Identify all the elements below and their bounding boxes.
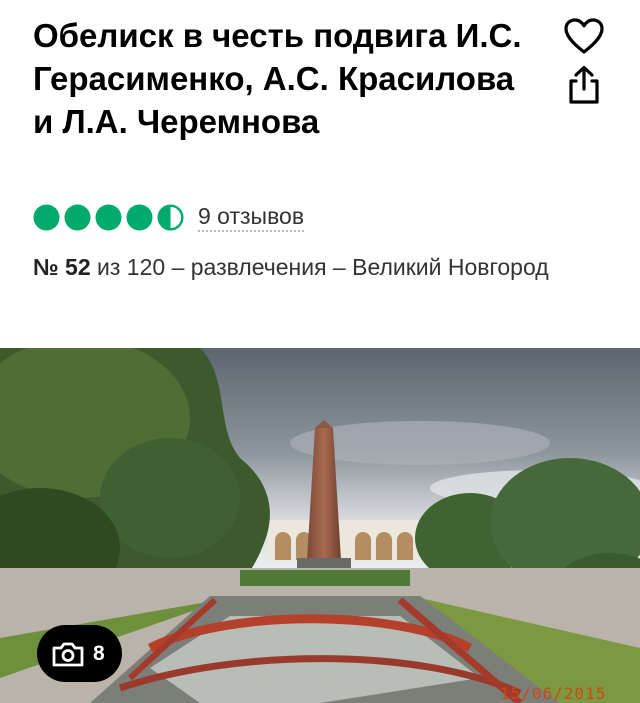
rating-bubble-full-icon (126, 204, 153, 230)
rating-row: 9 отзывов (33, 202, 305, 232)
save-favorite-button[interactable] (562, 16, 606, 56)
ranking-info[interactable]: № 52 из 120 – развлечения – Великий Новг… (33, 250, 593, 284)
camera-icon (52, 642, 84, 666)
photo-date-stamp: 15/06/2015 (500, 684, 607, 703)
photo-count-label: 8 (93, 641, 105, 665)
share-button[interactable] (564, 64, 604, 106)
rating-bubble-half-icon (157, 203, 184, 231)
ranking-text: из 120 – развлечения – Великий Новгород (90, 254, 549, 280)
rating-bubbles (33, 203, 184, 231)
heart-outline-icon (564, 18, 604, 54)
ranking-number: № 52 (33, 254, 91, 280)
reviews-count-link[interactable]: 9 отзывов (198, 203, 305, 232)
rating-bubble-full-icon (33, 204, 60, 230)
attraction-title: Обелиск в честь подвига И.С. Герасименко… (33, 17, 522, 140)
rating-bubble-full-icon (95, 204, 122, 230)
share-icon (569, 65, 599, 104)
photo-count-button[interactable]: 8 (37, 625, 122, 682)
rating-bubble-full-icon (64, 204, 91, 230)
